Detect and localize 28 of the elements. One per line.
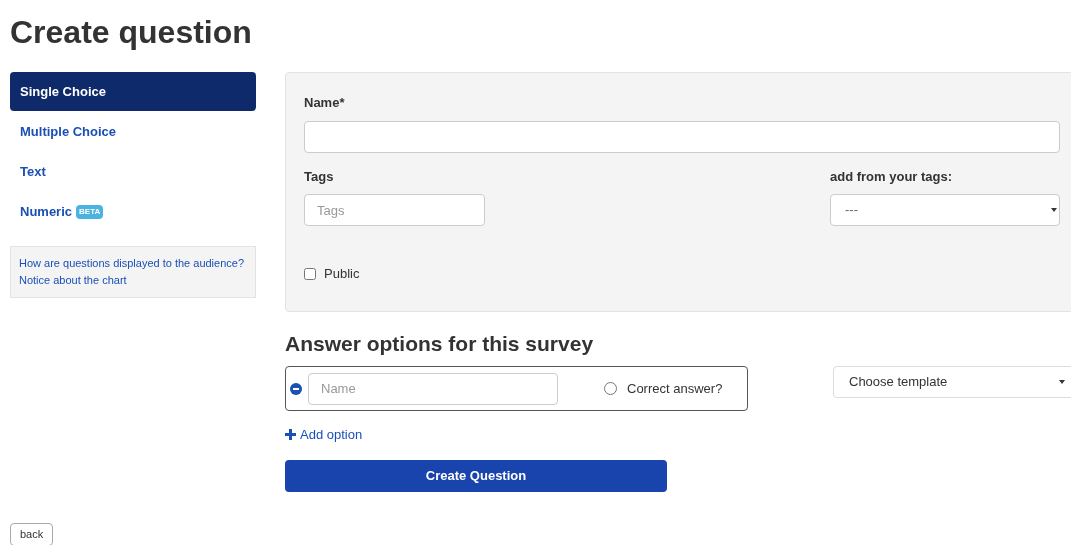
sidebar-item[interactable]: Single Choice <box>10 72 256 111</box>
radio-label: Correct answer? <box>627 379 723 398</box>
tags-field[interactable]: Tags <box>304 194 485 226</box>
tags-dropdown[interactable]: --- <box>830 194 1060 226</box>
caret-icon <box>1051 208 1057 212</box>
caret-icon <box>1059 380 1065 384</box>
section-heading: Answer options for this survey <box>285 331 594 357</box>
beta-badge: BETA <box>76 204 104 219</box>
sidebar-item[interactable]: Numeric BETA <box>10 192 256 231</box>
help-link[interactable]: How are questions displayed to the audience? <box>19 255 247 272</box>
add-option-link[interactable]: Add option <box>285 425 363 445</box>
help-link[interactable]: Notice about the chart <box>19 272 247 289</box>
remove-icon[interactable] <box>290 382 302 395</box>
plus-icon <box>285 429 296 441</box>
option-name-field[interactable]: Name <box>308 372 558 405</box>
correct-answer-radio[interactable] <box>604 382 617 395</box>
create-question-button[interactable]: Create Question <box>285 460 667 492</box>
page-title: Create question <box>10 13 252 52</box>
back-button[interactable]: back <box>10 523 54 545</box>
template-dropdown[interactable]: Choose template <box>833 366 1071 398</box>
field-label: Name* <box>304 94 346 112</box>
public-checkbox[interactable] <box>304 267 316 280</box>
sidebar-item[interactable]: Text <box>10 152 256 191</box>
name-field[interactable] <box>304 120 1060 153</box>
checkbox-label: Public <box>324 265 360 283</box>
field-label: add from your tags: <box>830 167 954 186</box>
sidebar-item[interactable]: Multiple Choice <box>10 112 256 151</box>
field-label: Tags <box>304 167 335 186</box>
